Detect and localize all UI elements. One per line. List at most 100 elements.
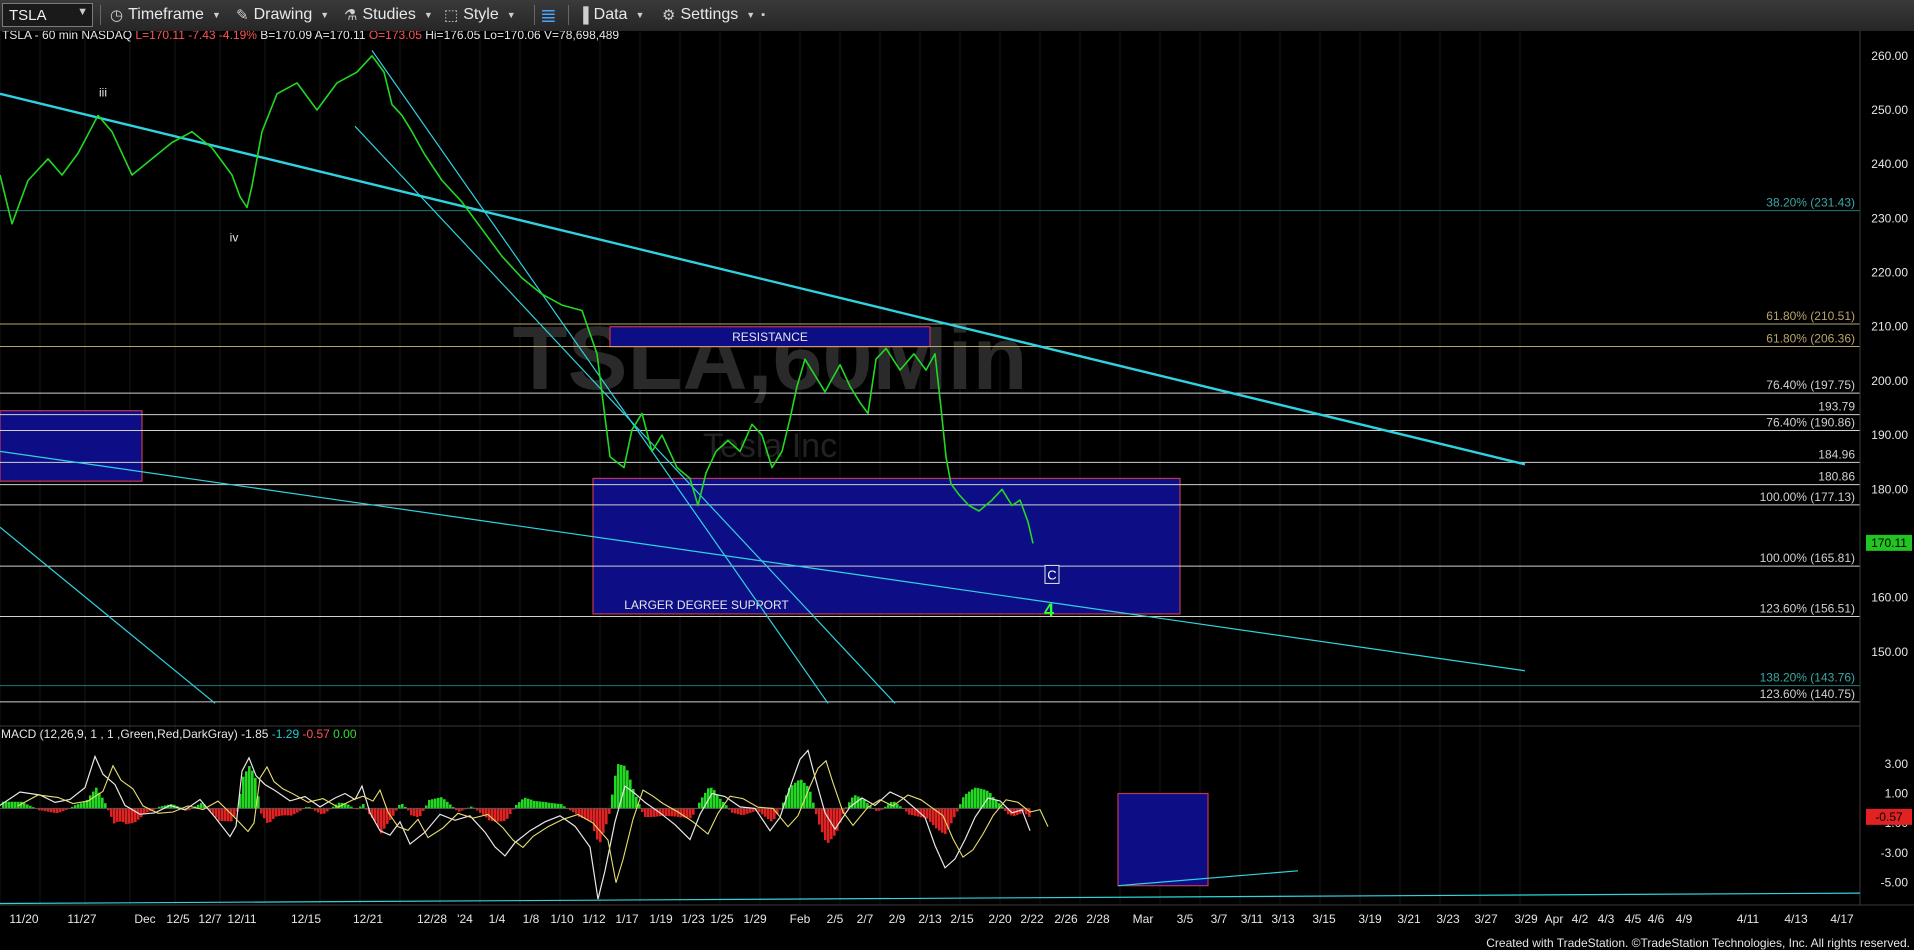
- drawing-label: Drawing: [253, 6, 313, 23]
- toolbar-divider: [100, 5, 101, 25]
- macd-histogram-bar: [965, 793, 968, 809]
- data-menu-button[interactable]: ▐ Data ▼: [578, 4, 644, 26]
- macd-histogram-bar: [857, 796, 860, 809]
- price-tick-label: 160.00: [1871, 591, 1908, 605]
- macd-histogram-bar: [293, 808, 296, 815]
- macd-histogram-bar: [734, 808, 737, 814]
- date-tick-label: Dec: [134, 912, 155, 926]
- macd-histogram-bar: [281, 808, 284, 816]
- symbol-input[interactable]: TSLA ▼: [2, 3, 93, 27]
- macd-histogram-bar: [536, 801, 539, 809]
- price-tick-label: 150.00: [1871, 645, 1908, 659]
- macd-histogram-bar: [296, 808, 299, 813]
- date-tick-label: 3/23: [1436, 912, 1460, 926]
- gear-icon: ⚙: [662, 7, 676, 24]
- macd-value: -1.85: [238, 727, 269, 741]
- date-tick-label: 4/3: [1598, 912, 1615, 926]
- header-field: Lo=170.06: [480, 31, 541, 42]
- macd-histogram-bar: [614, 775, 617, 809]
- macd-histogram-bar: [668, 808, 671, 817]
- macd-tick-label: -5.00: [1881, 876, 1909, 890]
- date-tick-label: 12/11: [227, 912, 256, 926]
- macd-histogram-bar: [644, 808, 647, 817]
- macd-histogram-bar: [689, 808, 692, 819]
- macd-histogram-bar: [758, 808, 761, 813]
- macd-tick-label: 3.00: [1885, 757, 1909, 771]
- macd-histogram-bar: [602, 808, 605, 834]
- macd-histogram-bar: [587, 808, 590, 821]
- macd-histogram-bar: [275, 808, 278, 817]
- macd-histogram-bar: [83, 802, 86, 809]
- macd-histogram-bar: [737, 808, 740, 815]
- macd-histogram-bar: [599, 808, 602, 843]
- macd-histogram-bar: [431, 799, 434, 809]
- macd-histogram-bar: [290, 808, 293, 816]
- macd-histogram-bar: [440, 797, 443, 809]
- style-menu-button[interactable]: ⬚ Style ▼: [444, 4, 516, 26]
- header-field: A=170.11: [312, 31, 366, 42]
- macd-histogram-bar: [218, 808, 221, 821]
- macd-value: -1.29: [268, 727, 299, 741]
- macd-header: MACD (12,26,9, 1 , 1 ,Green,Red,DarkGray…: [1, 727, 357, 741]
- macd-histogram-bar: [713, 790, 716, 809]
- date-tick-label: 2/15: [950, 912, 974, 926]
- fib-level-label: 76.40% (190.86): [1766, 415, 1855, 429]
- macd-histogram-bar: [266, 808, 269, 823]
- macd-histogram-bar: [794, 782, 797, 809]
- macd-histogram-bar: [968, 791, 971, 809]
- toolbar-divider: [534, 5, 535, 25]
- price-tick-label: 230.00: [1871, 211, 1908, 225]
- macd-histogram-bar: [809, 791, 812, 809]
- macd-histogram-bar: [629, 779, 632, 809]
- clock-icon: ◷: [110, 7, 124, 24]
- macd-histogram-bar: [251, 770, 254, 809]
- studies-label: Studies: [362, 6, 416, 23]
- macd-histogram-bar: [767, 808, 770, 820]
- date-tick-label: 1/23: [681, 912, 705, 926]
- settings-menu-button[interactable]: ⚙ Settings ▼ ▪: [662, 4, 765, 26]
- macd-histogram-bar: [110, 808, 113, 817]
- macd-histogram-bar: [740, 808, 743, 815]
- macd-histogram-bar: [8, 801, 11, 809]
- macd-histogram-bar: [797, 780, 800, 809]
- fib-level-label: 61.80% (210.51): [1766, 309, 1855, 323]
- macd-histogram-bar: [503, 808, 506, 821]
- timeframe-menu-button[interactable]: ◷ Timeframe ▼: [110, 4, 221, 26]
- timeframe-label: Timeframe: [128, 6, 204, 23]
- macd-histogram-bar: [950, 808, 953, 824]
- zone-box: [0, 410, 143, 482]
- macd-histogram-bar: [926, 808, 929, 819]
- macd-histogram-bar: [317, 808, 320, 813]
- macd-histogram-bar: [908, 808, 911, 815]
- macd-histogram-bar: [953, 808, 956, 818]
- macd-histogram-bar: [542, 801, 545, 809]
- macd-histogram-bar: [521, 799, 524, 809]
- macd-histogram-bar: [377, 808, 380, 828]
- macd-histogram-bar: [716, 794, 719, 809]
- fib-level-label: 100.00% (165.81): [1760, 551, 1855, 565]
- date-tick-label: 4/6: [1648, 912, 1665, 926]
- footer: Created with TradeStation. ©TradeStation…: [0, 936, 1914, 950]
- price-tick-label: 250.00: [1871, 103, 1908, 117]
- macd-histogram-bar: [323, 808, 326, 814]
- chevron-down-icon: ▼: [746, 10, 756, 20]
- macd-histogram-bar: [686, 808, 689, 818]
- macd-histogram-bar: [611, 794, 614, 809]
- macd-histogram-bar: [59, 808, 62, 813]
- macd-histogram-bar: [827, 808, 830, 843]
- macd-histogram-bar: [248, 766, 251, 809]
- drawing-menu-button[interactable]: ✎ Drawing ▼: [236, 4, 329, 26]
- macd-histogram-bar: [626, 770, 629, 809]
- chevron-down-icon[interactable]: ▼: [77, 6, 88, 18]
- date-tick-label: 1/25: [710, 912, 734, 926]
- fib-level-label: 123.60% (140.75): [1760, 687, 1855, 701]
- chevron-down-icon: ▼: [320, 10, 330, 20]
- studies-menu-button[interactable]: ⚗ Studies ▼: [344, 4, 433, 26]
- toolbar: TSLA ▼ ◷ Timeframe ▼ ✎ Drawing ▼ ⚗ Studi…: [0, 0, 1914, 32]
- macd-histogram-bar: [269, 808, 272, 823]
- price-chart[interactable]: TSLA,60MinTesla IncRESISTANCELARGER DEGR…: [0, 31, 1914, 936]
- fib-level-label: 180.86: [1818, 470, 1855, 484]
- macd-histogram-bar: [221, 808, 224, 821]
- date-tick-label: 4/13: [1784, 912, 1808, 926]
- layout-button[interactable]: ≣: [540, 4, 562, 27]
